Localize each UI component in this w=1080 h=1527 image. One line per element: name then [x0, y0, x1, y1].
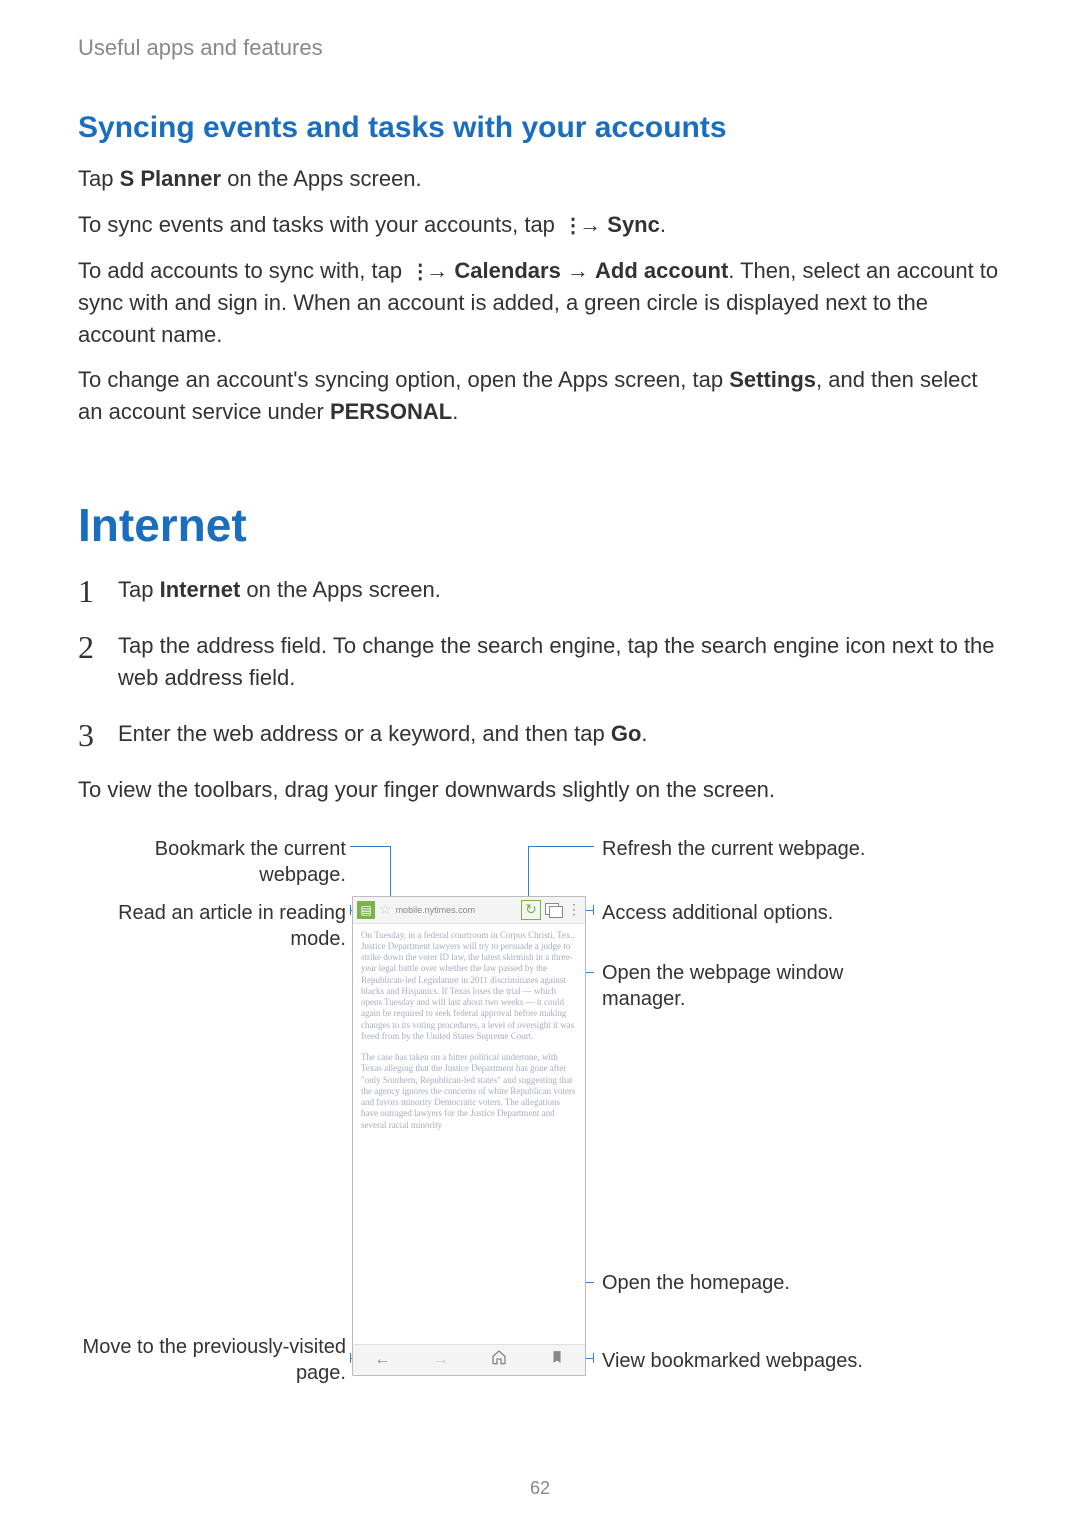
callout-prev-page: Move to the previously-visited page. — [78, 1334, 346, 1386]
step-1: Tap Internet on the Apps screen. — [78, 574, 1002, 606]
callout-window-manager: Open the webpage window manager. — [602, 960, 902, 1012]
callout-bookmarks: View bookmarked webpages. — [602, 1348, 902, 1374]
refresh-icon[interactable]: ↻ — [521, 900, 541, 920]
page-number: 62 — [0, 1478, 1080, 1499]
app-name: Internet — [160, 577, 241, 602]
text: . — [660, 212, 666, 237]
tabs-icon[interactable] — [545, 903, 563, 917]
text: on the Apps screen. — [221, 166, 422, 191]
callout-refresh: Refresh the current webpage. — [602, 836, 902, 862]
step-2: Tap the address field. To change the sea… — [78, 630, 1002, 694]
pointer-line — [528, 846, 594, 847]
menu-item: Calendars — [454, 258, 560, 283]
text: Tap the address field. To change the sea… — [118, 633, 995, 690]
pointer-line — [350, 905, 351, 915]
more-options-icon — [563, 216, 571, 234]
pointer-line — [390, 846, 391, 896]
callout-additional-options: Access additional options. — [602, 900, 902, 926]
browser-diagram: Bookmark the current webpage. Read an ar… — [78, 836, 1002, 1396]
article-text: On Tuesday, in a federal courtroom in Co… — [361, 930, 577, 1043]
text: on the Apps screen. — [240, 577, 441, 602]
reading-mode-icon[interactable]: ▤ — [357, 901, 375, 919]
paragraph: To change an account's syncing option, o… — [78, 364, 1002, 428]
page-header-breadcrumb: Useful apps and features — [78, 35, 1002, 61]
text: Tap — [78, 166, 120, 191]
callout-homepage: Open the homepage. — [602, 1270, 902, 1296]
pointer-line — [528, 846, 529, 896]
pointer-line — [350, 1353, 351, 1363]
button-label: Go — [611, 721, 642, 746]
paragraph: Tap S Planner on the Apps screen. — [78, 163, 1002, 195]
section-heading-syncing: Syncing events and tasks with your accou… — [78, 111, 1002, 145]
home-icon[interactable] — [491, 1349, 507, 1370]
pointer-line — [593, 905, 594, 915]
menu-item: Sync — [607, 212, 660, 237]
bookmark-star-icon[interactable]: ☆ — [379, 901, 392, 918]
pointer-line — [350, 846, 390, 847]
paragraph: To view the toolbars, drag your finger d… — [78, 774, 1002, 806]
article-text: The case has taken on a bitter political… — [361, 1052, 577, 1131]
menu-item: PERSONAL — [330, 399, 452, 424]
callout-reading-mode: Read an article in reading mode. — [78, 900, 346, 952]
browser-bottom-toolbar: ← → — [353, 1344, 585, 1375]
pointer-line — [593, 1353, 594, 1363]
document-page: Useful apps and features Syncing events … — [0, 0, 1080, 1527]
more-options-icon — [410, 262, 418, 280]
paragraph: To sync events and tasks with your accou… — [78, 209, 1002, 241]
bookmarks-icon[interactable] — [550, 1349, 564, 1370]
app-name: S Planner — [120, 166, 221, 191]
numbered-steps: Tap Internet on the Apps screen. Tap the… — [78, 574, 1002, 750]
address-bar[interactable]: mobile.nytimes.com — [396, 905, 517, 915]
webpage-content: On Tuesday, in a federal courtroom in Co… — [353, 924, 585, 1356]
back-icon[interactable]: ← — [374, 1351, 390, 1369]
more-options-icon[interactable]: ⋮ — [567, 901, 581, 918]
text: Enter the web address or a keyword, and … — [118, 721, 611, 746]
step-3: Enter the web address or a keyword, and … — [78, 718, 1002, 750]
forward-icon[interactable]: → — [433, 1351, 449, 1369]
text: . — [641, 721, 647, 746]
browser-top-toolbar: ▤ ☆ mobile.nytimes.com ↻ ⋮ — [353, 897, 585, 924]
text: . — [452, 399, 458, 424]
menu-item: Settings — [729, 367, 816, 392]
text: → — [561, 258, 595, 283]
section-heading-internet: Internet — [78, 498, 1002, 552]
text: Tap — [118, 577, 160, 602]
callout-bookmark: Bookmark the current webpage. — [78, 836, 346, 888]
text: To add accounts to sync with, tap — [78, 258, 408, 283]
text: To sync events and tasks with your accou… — [78, 212, 561, 237]
phone-screenshot: ▤ ☆ mobile.nytimes.com ↻ ⋮ On Tuesday, i… — [352, 896, 586, 1376]
text: To change an account's syncing option, o… — [78, 367, 729, 392]
menu-item: Add account — [595, 258, 728, 283]
paragraph: To add accounts to sync with, tap → Cale… — [78, 255, 1002, 351]
